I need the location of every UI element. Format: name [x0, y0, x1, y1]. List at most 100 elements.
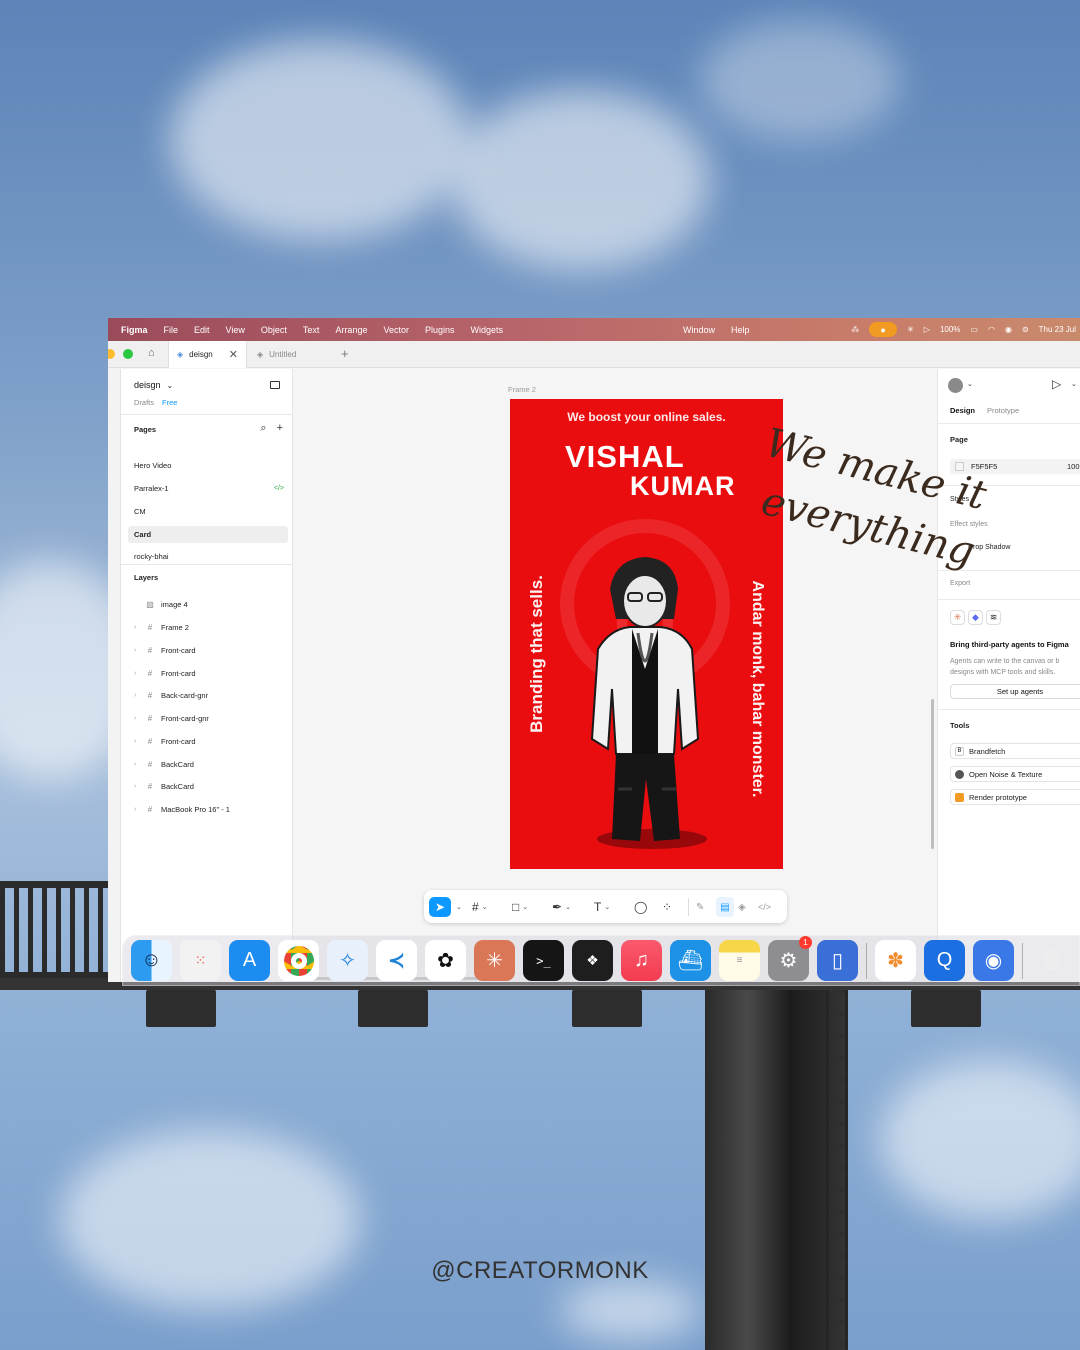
chevron-right-icon[interactable]: ›	[134, 783, 139, 790]
search-icon[interactable]: ⌕	[260, 422, 266, 435]
music-icon[interactable]: ♫	[621, 940, 662, 981]
sidebar-toggle-icon[interactable]	[270, 381, 280, 389]
menu-view[interactable]: View	[226, 325, 245, 335]
chevron-right-icon[interactable]: ›	[134, 692, 139, 699]
menu-file[interactable]: File	[164, 325, 179, 335]
chevron-down-icon[interactable]: ⌄	[1071, 380, 1077, 388]
page-item-hero-video[interactable]: Hero Video	[128, 457, 288, 474]
simulator-icon[interactable]: ▯	[817, 940, 858, 981]
menu-vector[interactable]: Vector	[383, 325, 409, 335]
chevron-right-icon[interactable]: ›	[134, 806, 139, 813]
asterisk-icon[interactable]: ✳	[907, 325, 914, 334]
shape-tool-button[interactable]: □ ⌄	[512, 897, 528, 917]
finder-icon[interactable]: ☺	[131, 940, 172, 981]
vertical-scrollbar[interactable]	[931, 699, 934, 849]
new-tab-button[interactable]: +	[341, 346, 349, 361]
window-minimize-button[interactable]	[108, 349, 115, 359]
chevron-down-icon[interactable]: ⌄	[967, 380, 973, 388]
home-icon[interactable]: ⌂	[148, 347, 155, 359]
layer-item[interactable]: › # Frame 2	[134, 623, 189, 632]
set-up-agents-button[interactable]: Set up agents	[950, 684, 1080, 699]
battery-icon[interactable]: ▭	[970, 325, 978, 334]
launchpad-icon[interactable]: ⁙	[180, 940, 221, 981]
menu-object[interactable]: Object	[261, 325, 287, 335]
move-tool-button[interactable]: ➤	[429, 897, 451, 917]
close-icon[interactable]: ✕	[229, 348, 238, 361]
menu-window[interactable]: Window	[683, 325, 715, 335]
page-item-card[interactable]: Card	[128, 526, 288, 543]
tool-render-prototype[interactable]: Render prototype	[950, 789, 1080, 805]
play-circle-icon[interactable]: ▷	[924, 325, 930, 334]
claude-icon[interactable]: ✳	[474, 940, 515, 981]
menu-plugins[interactable]: Plugins	[425, 325, 455, 335]
page-item-rocky-bhai[interactable]: rocky-bhai	[128, 548, 288, 565]
layer-item[interactable]: › # Front-card	[134, 737, 196, 746]
move-tool-caret[interactable]: ⌄	[453, 897, 462, 917]
tab-deisgn[interactable]: ◈ deisgn ✕	[168, 341, 247, 368]
plan-badge[interactable]: Free	[162, 398, 177, 407]
chevron-right-icon[interactable]: ›	[134, 715, 139, 722]
trash-icon[interactable]: 🗑	[1031, 940, 1072, 981]
layer-item[interactable]: › # BackCard	[134, 760, 194, 769]
tab-design[interactable]: Design	[950, 406, 975, 415]
actions-tool-button[interactable]: ⁘	[662, 897, 672, 917]
chatgpt-icon[interactable]: ✿	[425, 940, 466, 981]
wifi-icon[interactable]: ◠	[988, 325, 995, 334]
menu-edit[interactable]: Edit	[194, 325, 210, 335]
menu-arrange[interactable]: Arrange	[335, 325, 367, 335]
pen-tool-button[interactable]: ✒ ⌄	[552, 897, 571, 917]
tab-prototype[interactable]: Prototype	[987, 406, 1019, 415]
window-maximize-button[interactable]	[123, 349, 133, 359]
tool-brandfetch[interactable]: B Brandfetch	[950, 743, 1080, 759]
app-store-icon[interactable]: A	[229, 940, 270, 981]
file-name[interactable]: deisgn ⌄	[134, 380, 173, 390]
menu-app[interactable]: Figma	[121, 325, 148, 335]
menu-widgets[interactable]: Widgets	[471, 325, 504, 335]
control-center-icon[interactable]: ⊜	[1022, 325, 1029, 334]
layer-item[interactable]: › # Back-card-gnr	[134, 691, 208, 700]
figma-status-icon[interactable]: ⁂	[851, 325, 859, 334]
comment-tool-button[interactable]: ◯	[634, 897, 647, 917]
preview-icon[interactable]: ◉	[973, 940, 1014, 981]
layer-item[interactable]: › # BackCard	[134, 782, 194, 791]
chevron-right-icon[interactable]: ›	[134, 647, 139, 654]
layer-item[interactable]: › # Front-card	[134, 646, 196, 655]
tool-open-noise[interactable]: Open Noise & Texture	[950, 766, 1080, 782]
add-page-icon[interactable]: +	[277, 422, 283, 435]
play-icon[interactable]: ▷	[1052, 377, 1061, 391]
design-mode-button[interactable]: ▤	[716, 897, 734, 917]
page-opacity-value[interactable]: 100	[1067, 462, 1080, 471]
page-item-parralex[interactable]: Parralex-1 </>	[128, 480, 288, 497]
dev-mode-button[interactable]: </>	[758, 897, 771, 917]
avatar[interactable]	[948, 378, 963, 393]
layer-item[interactable]: › # Front-card	[134, 669, 196, 678]
microphone-icon[interactable]: ●	[869, 322, 898, 337]
terminal-icon[interactable]: >_	[523, 940, 564, 981]
clock[interactable]: Thu 23 Jul	[1039, 325, 1076, 334]
menu-help[interactable]: Help	[731, 325, 750, 335]
safari-icon[interactable]: ✧	[327, 940, 368, 981]
text-tool-button[interactable]: T ⌄	[594, 897, 610, 917]
system-settings-icon[interactable]: ⚙ 1	[768, 936, 812, 981]
vscode-icon[interactable]: ≺	[376, 940, 417, 981]
siri-icon[interactable]: ◉	[1005, 325, 1012, 334]
quicktime-icon[interactable]: Q	[924, 940, 965, 981]
component-mode-button[interactable]: ◈	[738, 897, 746, 917]
layer-item[interactable]: › # MacBook Pro 16" - 1	[134, 805, 230, 814]
page-item-cm[interactable]: CM	[128, 503, 288, 520]
chrome-icon[interactable]	[278, 940, 319, 981]
chevron-right-icon[interactable]: ›	[134, 670, 139, 677]
docker-icon[interactable]: ⛴	[670, 940, 711, 981]
frame-tool-button[interactable]: # ⌄	[472, 897, 488, 917]
chevron-right-icon[interactable]: ›	[134, 738, 139, 745]
figma-icon[interactable]: ❖	[572, 940, 613, 981]
layer-item[interactable]: › # Front-card-gnr	[134, 714, 209, 723]
design-card[interactable]: M We boost your online sales. VISHAL KUM…	[510, 399, 783, 869]
photos-icon[interactable]: ✽	[875, 940, 916, 981]
notes-icon[interactable]: ≡	[719, 940, 760, 981]
layer-item[interactable]: ▨ image 4	[134, 600, 187, 609]
chevron-right-icon[interactable]: ›	[134, 761, 139, 768]
tab-untitled[interactable]: ◈ Untitled	[249, 341, 304, 368]
chevron-right-icon[interactable]: ›	[134, 624, 139, 631]
frame-label[interactable]: Frame 2	[508, 385, 536, 394]
